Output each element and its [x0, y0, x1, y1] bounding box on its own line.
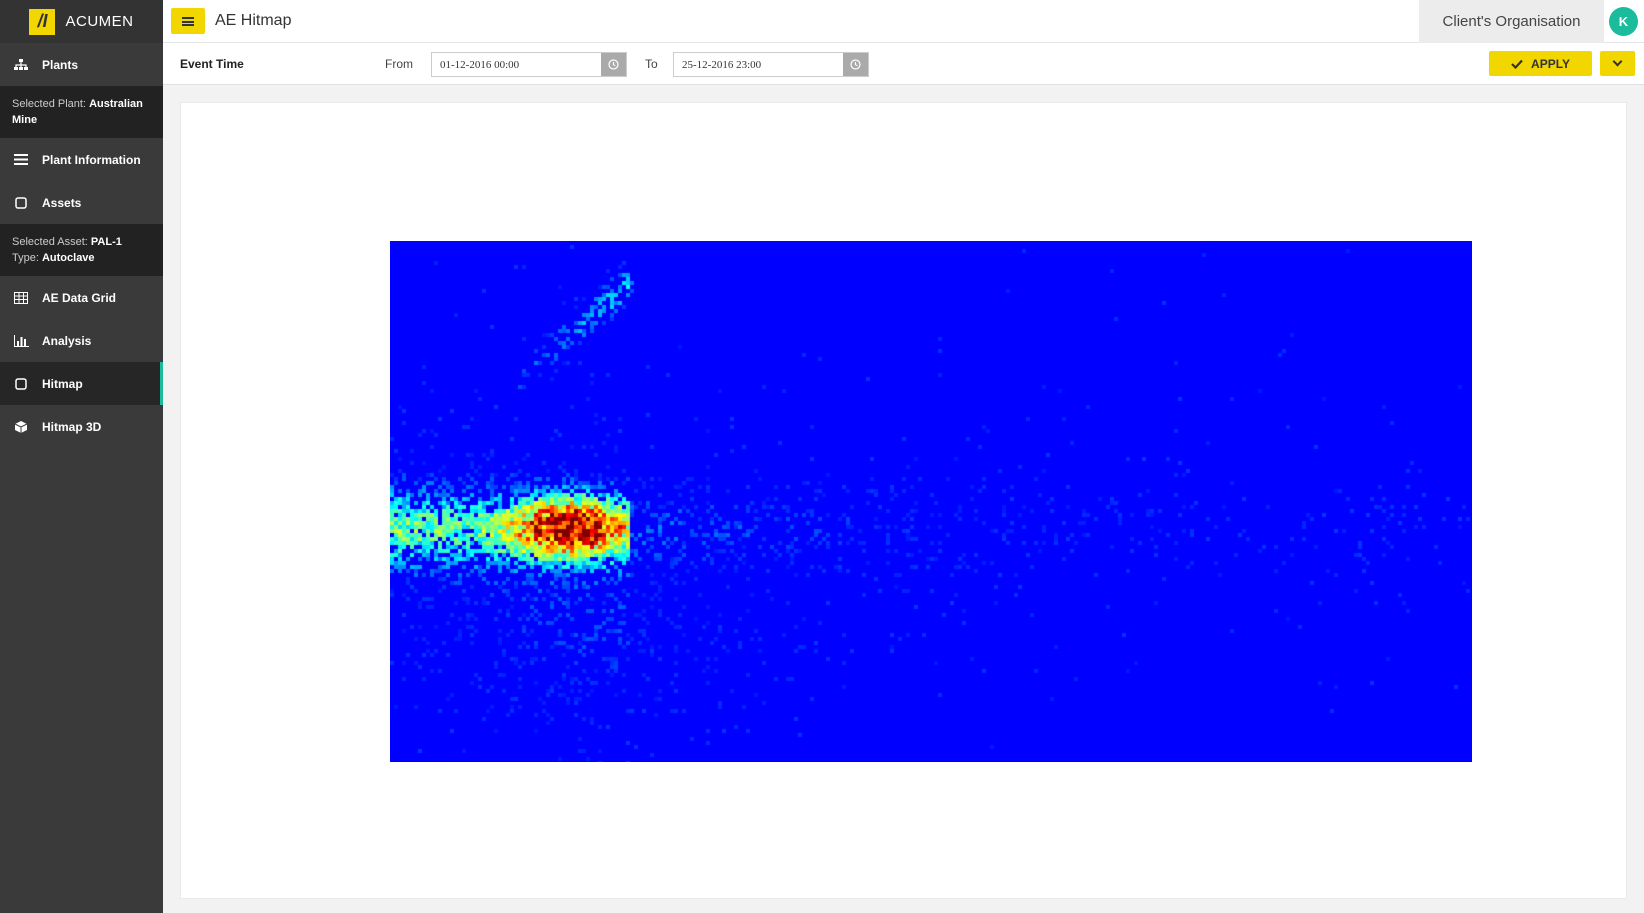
- organisation-switcher[interactable]: Client's Organisation: [1419, 0, 1604, 43]
- asset-type-prefix: Type:: [12, 252, 42, 264]
- to-label: To: [645, 57, 658, 71]
- filter-bar: Event Time From To APPLY: [163, 43, 1644, 85]
- logo-text: ACUMEN: [65, 13, 134, 30]
- sidebar-item-label: Hitmap: [42, 376, 83, 391]
- apply-button[interactable]: APPLY: [1489, 51, 1592, 76]
- sidebar-item-label: AE Data Grid: [42, 290, 117, 305]
- selected-plant-prefix: Selected Plant:: [12, 98, 90, 110]
- hamburger-icon: [182, 16, 194, 26]
- sidebar-item-label: Analysis: [42, 333, 92, 348]
- selected-asset-value: PAL-1: [90, 236, 122, 248]
- square-icon: [13, 195, 29, 211]
- sidebar-item-label: Assets: [42, 195, 82, 210]
- sidebar-item-ae-data-grid[interactable]: AE Data Grid: [0, 276, 163, 319]
- sidebar-item-label: Hitmap 3D: [42, 419, 102, 434]
- cube-icon: [13, 419, 29, 435]
- selected-asset-prefix: Selected Asset:: [12, 236, 91, 248]
- page-title: AE Hitmap: [215, 12, 292, 29]
- hitmap-panel: [180, 102, 1627, 899]
- sidebar-item-hitmap[interactable]: Hitmap: [0, 362, 163, 405]
- asset-type-value: Autoclave: [41, 252, 95, 264]
- apply-options-dropdown[interactable]: [1600, 51, 1635, 76]
- apply-label: APPLY: [1531, 56, 1570, 71]
- clock-icon[interactable]: [601, 53, 626, 76]
- sidebar-item-hitmap-3d[interactable]: Hitmap 3D: [0, 405, 163, 448]
- hitmap-canvas[interactable]: [390, 241, 1472, 762]
- square-icon: [13, 376, 29, 392]
- check-icon: [1511, 59, 1523, 69]
- sidebar-item-plants[interactable]: Plants: [0, 43, 163, 86]
- sitemap-icon: [13, 57, 29, 73]
- from-date-input[interactable]: [432, 53, 601, 76]
- bar-chart-icon: [13, 333, 29, 349]
- chevron-down-icon: [1612, 56, 1623, 67]
- to-date-picker: [673, 52, 869, 77]
- sidebar-item-analysis[interactable]: Analysis: [0, 319, 163, 362]
- to-date-input[interactable]: [674, 53, 843, 76]
- event-time-label: Event Time: [180, 57, 244, 71]
- from-date-picker: [431, 52, 627, 77]
- selected-plant-info: Selected Plant: Australian Mine: [0, 86, 163, 138]
- avatar[interactable]: K: [1609, 7, 1638, 36]
- sidebar-item-label: Plant Information: [42, 152, 141, 167]
- list-icon: [13, 152, 29, 168]
- table-icon: [13, 290, 29, 306]
- logo-mark-icon: /I: [29, 8, 56, 35]
- from-label: From: [385, 57, 413, 71]
- selected-asset-info: Selected Asset: PAL-1 Type: Autoclave: [0, 224, 163, 276]
- logo[interactable]: /I ACUMEN: [0, 0, 163, 43]
- sidebar-item-label: Plants: [42, 57, 79, 72]
- sidebar: /I ACUMEN Plants Selected Plant: Austral…: [0, 0, 163, 913]
- menu-toggle-button[interactable]: [171, 8, 205, 34]
- top-header: AE Hitmap Client's Organisation K: [163, 0, 1644, 43]
- sidebar-item-assets[interactable]: Assets: [0, 181, 163, 224]
- sidebar-item-plant-information[interactable]: Plant Information: [0, 138, 163, 181]
- clock-icon[interactable]: [843, 53, 868, 76]
